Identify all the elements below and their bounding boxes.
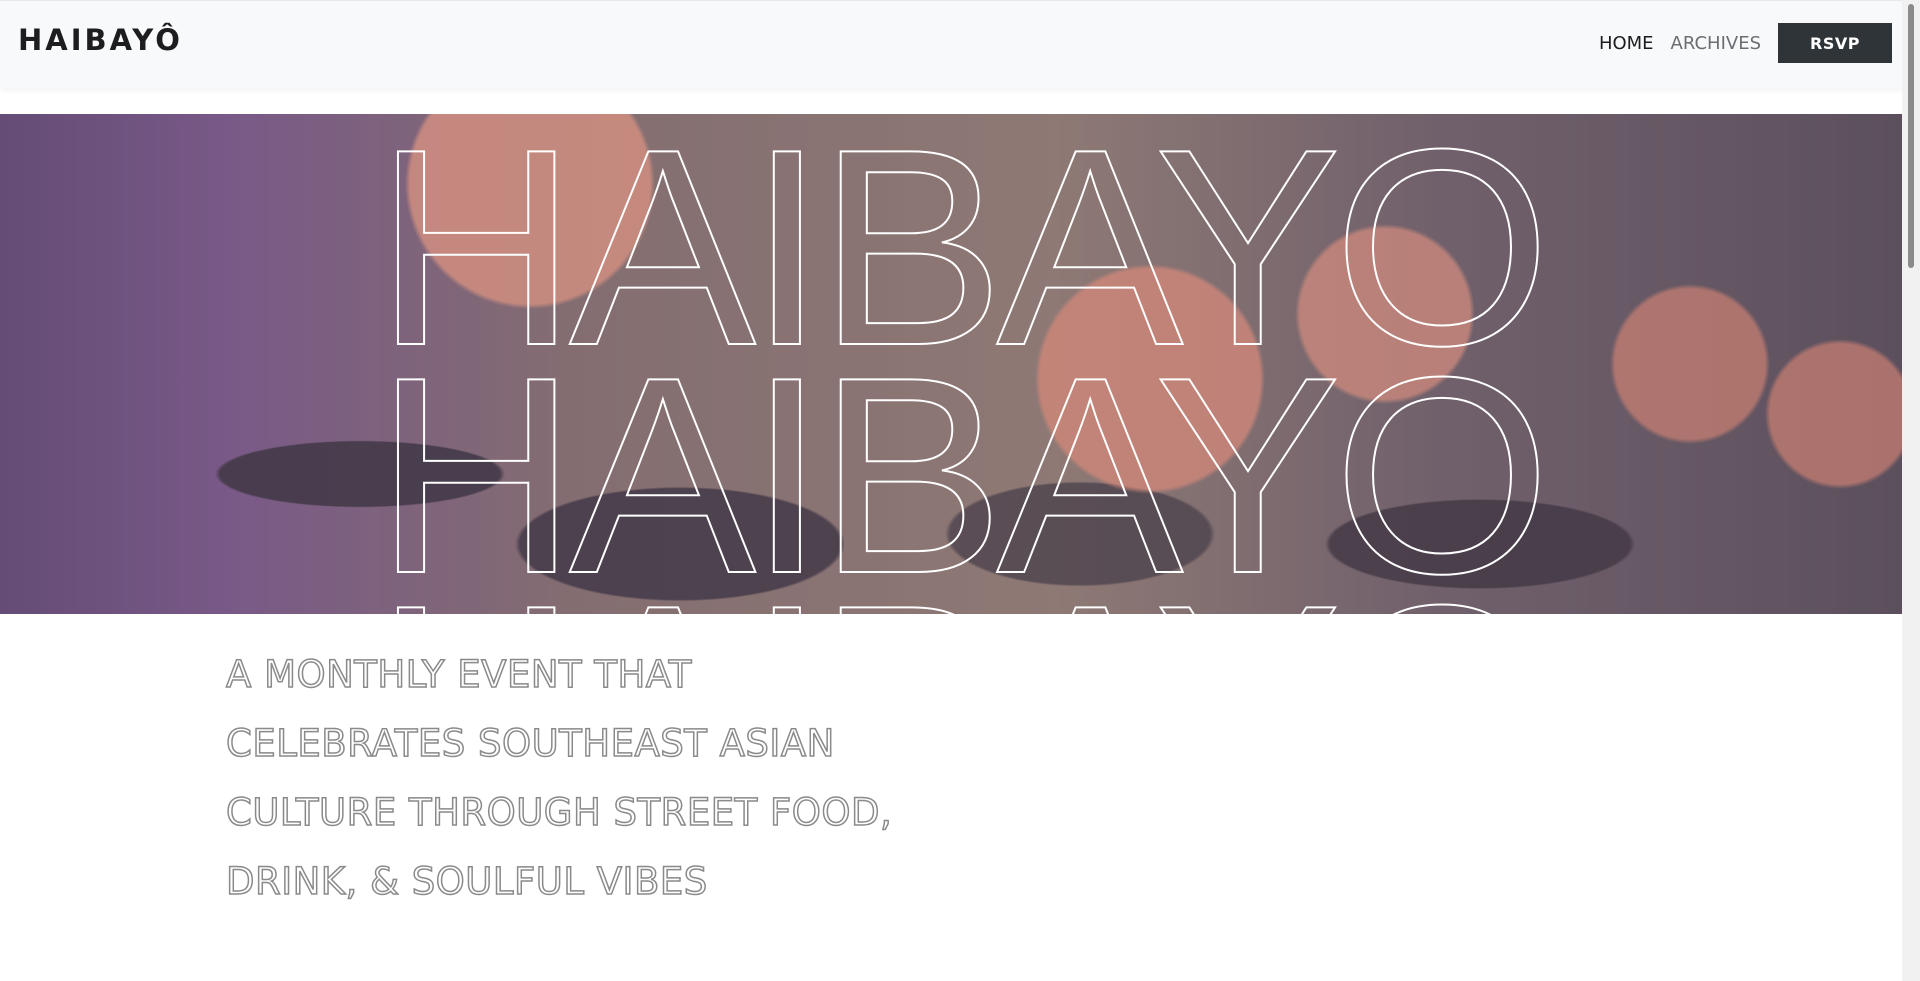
main-nav: HOME ARCHIVES RSVP xyxy=(1599,23,1892,63)
tagline-line: CELEBRATES SOUTHEAST ASIAN xyxy=(225,721,835,766)
event-tagline: A MONTHLY EVENT THAT CELEBRATES SOUTHEAS… xyxy=(225,640,1126,916)
nav-home-link[interactable]: HOME xyxy=(1599,33,1654,54)
tagline-line: DRINK, & SOULFUL VIBES xyxy=(225,859,708,904)
brand-logo[interactable]: HAIBAYÔ xyxy=(18,23,183,57)
tagline-line: A MONTHLY EVENT THAT xyxy=(225,652,692,697)
rsvp-button[interactable]: RSVP xyxy=(1778,23,1892,63)
top-navbar: HAIBAYÔ HOME ARCHIVES RSVP xyxy=(0,0,1902,88)
hero-word-3: HAIBAYO xyxy=(375,548,1543,614)
tagline-line: CULTURE THROUGH STREET FOOD, xyxy=(225,790,893,835)
scrollbar-thumb[interactable] xyxy=(1908,4,1914,268)
nav-archives-link[interactable]: ARCHIVES xyxy=(1671,33,1761,54)
page-scrollbar[interactable] xyxy=(1902,0,1920,981)
hero-banner: HAIBAYO HAIBAYO HAIBAYO xyxy=(0,114,1920,614)
hero-outline-text: HAIBAYO HAIBAYO HAIBAYO xyxy=(374,114,1552,614)
